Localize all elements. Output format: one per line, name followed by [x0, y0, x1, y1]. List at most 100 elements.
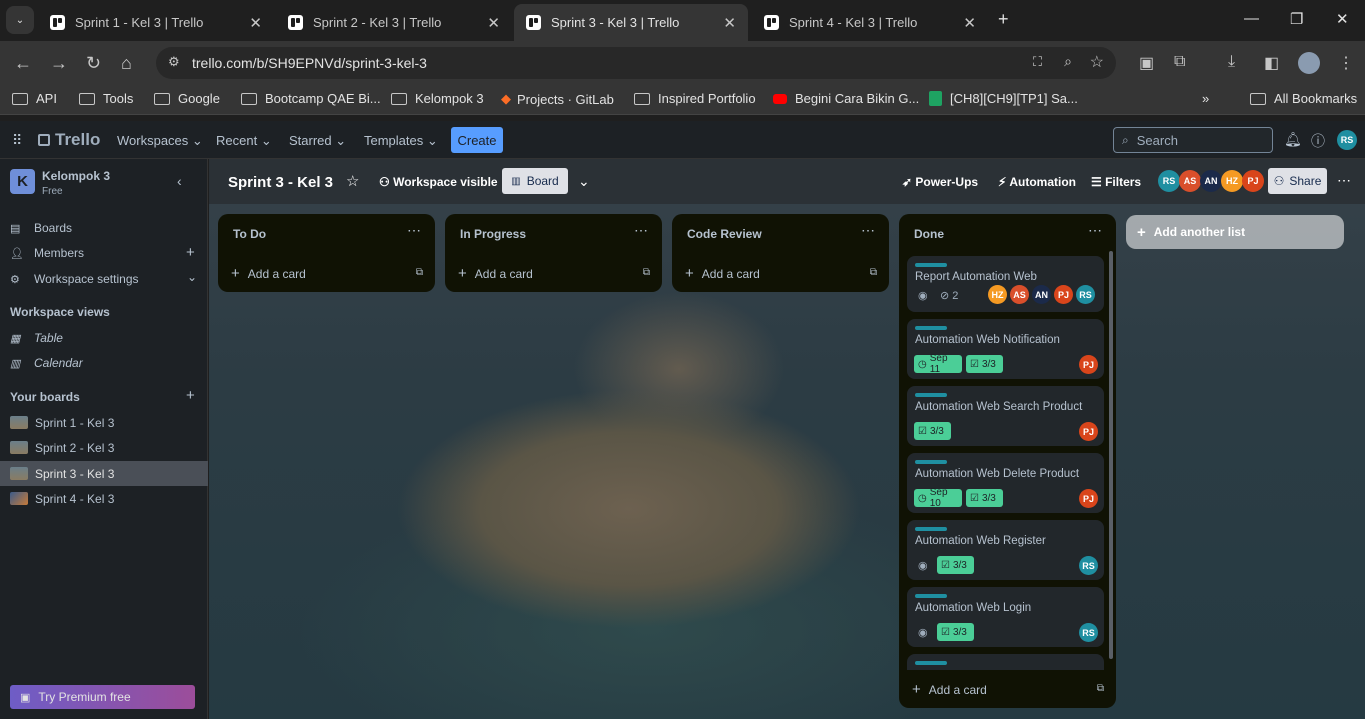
translate-icon[interactable]: ⛶	[1033, 54, 1042, 70]
list-title[interactable]: Code Review	[687, 227, 762, 241]
bookmark-item[interactable]: Bootcamp QAE Bi...	[241, 91, 381, 106]
card-partial[interactable]	[907, 654, 1104, 670]
card-automation-web-notification[interactable]: Automation Web Notification ◷ Sep 11 ☑ 3/3…	[907, 319, 1104, 379]
member-avatar[interactable]: RS	[1079, 623, 1098, 642]
member-avatar[interactable]: AN	[1200, 170, 1222, 192]
puzzle-icon[interactable]: ⧉	[1174, 53, 1185, 71]
card-report-automation-web[interactable]: Report Automation Web ◉ ⊘ 2 HZ AS AN PJ …	[907, 256, 1104, 312]
share-button[interactable]: ⚇ Share	[1268, 168, 1327, 194]
forward-icon[interactable]: →	[50, 53, 68, 74]
more-icon[interactable]: ⋮	[1338, 53, 1354, 73]
reload-icon[interactable]: ↻	[86, 53, 101, 74]
browser-tab-sprint-3[interactable]: Sprint 3 - Kel 3 | Trello ✕	[514, 4, 748, 41]
add-member-icon[interactable]: +	[186, 244, 195, 261]
list-actions-icon[interactable]: ⋯	[861, 222, 876, 239]
bookmark-star-icon[interactable]: ☆	[1090, 52, 1104, 72]
maximize-icon[interactable]: ❐	[1290, 10, 1303, 28]
notifications-icon[interactable]: 🔔︎	[1284, 131, 1302, 148]
member-avatar[interactable]: PJ	[1079, 422, 1098, 441]
due-date-badge[interactable]: ◷ Sep 11	[914, 353, 962, 375]
card-automation-web-register[interactable]: Automation Web Register ◉ ☑ 3/3 RS	[907, 520, 1104, 580]
add-card-button[interactable]: + Add a card	[231, 265, 306, 282]
card-automation-web-login[interactable]: Automation Web Login ◉ ☑ 3/3 RS	[907, 587, 1104, 647]
collapse-sidebar-icon[interactable]: ‹	[177, 173, 182, 189]
list-title[interactable]: To Do	[233, 227, 266, 241]
close-tab-icon[interactable]: ✕	[249, 14, 262, 32]
home-icon[interactable]: ⌂	[121, 53, 132, 74]
member-avatar[interactable]: AN	[1032, 285, 1051, 304]
member-avatar[interactable]: AS	[1179, 170, 1201, 192]
sidebar-board-sprint-2[interactable]: Sprint 2 - Kel 3	[0, 435, 208, 460]
member-avatar[interactable]: RS	[1158, 170, 1180, 192]
card-template-icon[interactable]: ⧉	[643, 267, 650, 278]
sidebar-board-sprint-3[interactable]: Sprint 3 - Kel 3	[0, 461, 208, 486]
close-tab-icon[interactable]: ✕	[487, 14, 500, 32]
sidebar-item-members[interactable]: 👤︎ Members	[10, 246, 84, 260]
sidebar-item-settings[interactable]: ⚙ Workspace settings	[10, 272, 139, 286]
member-avatar[interactable]: PJ	[1242, 170, 1264, 192]
bookmark-item[interactable]: API	[12, 91, 57, 106]
star-icon[interactable]: ☆	[346, 172, 359, 190]
member-avatar[interactable]: RS	[1079, 556, 1098, 575]
more-bookmarks-icon[interactable]: »	[1202, 91, 1209, 106]
board-menu-icon[interactable]: ⋯	[1337, 172, 1351, 189]
bookmark-item[interactable]: Begini Cara Bikin G...	[773, 91, 919, 106]
site-info-icon[interactable]: ⚙	[168, 54, 180, 70]
member-avatar[interactable]: PJ	[1079, 355, 1098, 374]
extension-icon[interactable]: ▣	[1139, 53, 1154, 73]
board-title[interactable]: Sprint 3 - Kel 3	[228, 174, 333, 191]
add-card-button[interactable]: + Add a card	[912, 681, 987, 698]
workspaces-menu[interactable]: Workspaces ⌄	[117, 133, 203, 149]
member-avatar[interactable]: AS	[1010, 285, 1029, 304]
workspace-header[interactable]: K Kelompok 3 Free	[10, 169, 110, 197]
list-title[interactable]: Done	[914, 227, 944, 241]
member-avatar[interactable]: PJ	[1079, 489, 1098, 508]
bookmark-item[interactable]: Google	[154, 91, 220, 106]
all-bookmarks[interactable]: All Bookmarks	[1250, 91, 1357, 106]
automation-button[interactable]: ⚡︎ Automation	[998, 175, 1076, 189]
browser-tab-sprint-1[interactable]: Sprint 1 - Kel 3 | Trello ✕	[38, 4, 274, 41]
member-avatar[interactable]: HZ	[1221, 170, 1243, 192]
bookmark-item[interactable]: Tools	[79, 91, 133, 106]
chevron-down-icon[interactable]: ⌄	[187, 270, 197, 284]
list-scrollbar[interactable]	[1109, 251, 1113, 659]
list-title[interactable]: In Progress	[460, 227, 526, 241]
member-avatar[interactable]: RS	[1076, 285, 1095, 304]
close-tab-icon[interactable]: ✕	[963, 14, 976, 32]
trello-logo[interactable]: Trello	[38, 130, 100, 150]
create-button[interactable]: Create	[451, 127, 503, 153]
bookmark-item[interactable]: Kelompok 3	[391, 91, 484, 106]
sidebar-item-calendar[interactable]: ▥ Calendar	[10, 356, 83, 370]
due-date-badge[interactable]: ◷ Sep 10	[914, 487, 962, 509]
starred-menu[interactable]: Starred ⌄	[289, 133, 346, 149]
recent-menu[interactable]: Recent ⌄	[216, 133, 272, 149]
app-switcher-icon[interactable]: ⠿	[12, 132, 22, 149]
powerups-button[interactable]: ➶ Power-Ups	[902, 175, 978, 189]
sidebar-item-table[interactable]: ▦ Table	[10, 331, 63, 345]
bookmark-item[interactable]: ◆ Projects · GitLab	[501, 91, 614, 107]
download-icon[interactable]: ⤓	[1228, 53, 1235, 71]
account-avatar[interactable]: RS	[1337, 130, 1357, 150]
try-premium-button[interactable]: ▣ Try Premium free	[10, 685, 195, 709]
tab-search-button[interactable]: ⌄	[6, 6, 34, 34]
new-tab-icon[interactable]: +	[998, 9, 1009, 30]
help-icon[interactable]: ⓘ	[1311, 131, 1325, 151]
member-avatar[interactable]: HZ	[988, 285, 1007, 304]
zoom-icon[interactable]: ⌕	[1064, 53, 1072, 70]
add-list-button[interactable]: + Add another list	[1126, 215, 1344, 249]
list-actions-icon[interactable]: ⋯	[407, 222, 422, 239]
close-window-icon[interactable]: ✕	[1336, 10, 1349, 28]
profile-avatar[interactable]	[1298, 52, 1320, 74]
board-view-button[interactable]: ▥ Board	[502, 168, 568, 194]
member-avatar[interactable]: PJ	[1054, 285, 1073, 304]
bookmark-item[interactable]: Inspired Portfolio	[634, 91, 756, 106]
card-automation-web-delete-product[interactable]: Automation Web Delete Product ◷ Sep 10 ☑ 3…	[907, 453, 1104, 513]
minimize-icon[interactable]: —	[1244, 10, 1259, 27]
list-actions-icon[interactable]: ⋯	[634, 222, 649, 239]
sidepanel-icon[interactable]: ◧	[1264, 53, 1279, 73]
filters-button[interactable]: ☰ Filters	[1091, 175, 1141, 189]
add-card-button[interactable]: + Add a card	[685, 265, 760, 282]
card-template-icon[interactable]: ⧉	[416, 267, 423, 278]
chevron-down-icon[interactable]: ⌄	[578, 173, 590, 190]
bookmark-item[interactable]: [CH8][CH9][TP1] Sa...	[929, 91, 1078, 106]
